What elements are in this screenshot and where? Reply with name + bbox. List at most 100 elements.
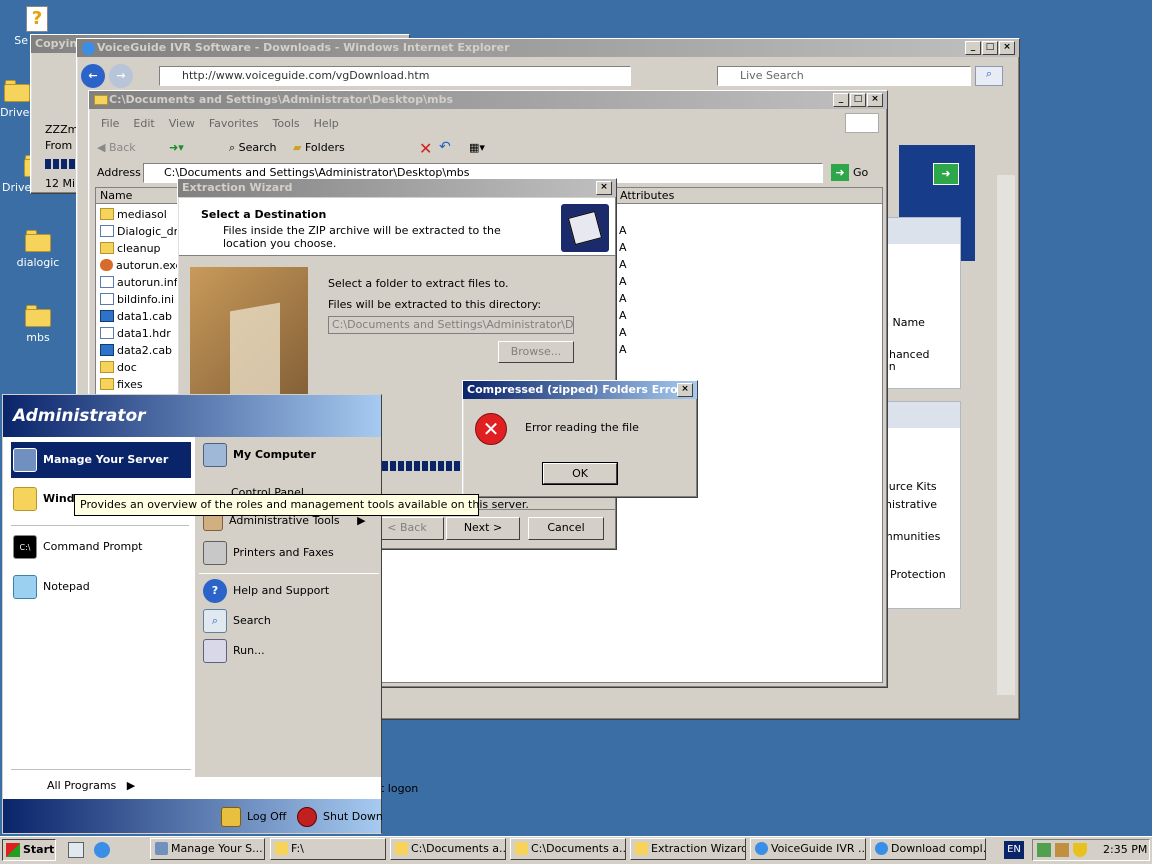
views-icon[interactable]: ▦▾ [469,141,485,154]
command-prompt-item[interactable]: C:\ Command Prompt [13,535,143,559]
search-icon: ⌕ [203,609,227,633]
task-download-complete[interactable]: Download compl... [870,838,986,860]
menu-bar: File Edit View Favorites Tools Help [101,117,353,130]
ie-search-input[interactable]: Live Search [717,66,971,86]
file-row[interactable]: data1.hdr [98,325,180,342]
run-item[interactable]: Run... [203,639,265,663]
file-row[interactable]: Dialogic_driv [98,223,188,240]
menu-file[interactable]: File [101,117,119,130]
close-button[interactable]: × [596,181,612,195]
toolbar-folders-button[interactable]: ▰ Folders [293,141,345,154]
file-row[interactable]: bildinfo.ini [98,291,180,308]
file-name: data1.cab [117,310,173,323]
search-icon[interactable]: ⌕ [975,66,1003,86]
log-off-icon [221,807,241,827]
show-desktop-icon[interactable] [68,842,84,858]
wizard-next-button[interactable]: Next > [446,517,520,540]
user-name: Administrator [13,406,146,426]
file-row[interactable]: fixes [98,376,180,393]
help-and-support-item[interactable]: ? Help and Support [203,579,329,603]
wizard-header: Select a Destination Files inside the ZI… [179,198,615,256]
attribute-cell: A [619,258,627,271]
forward-icon[interactable]: ➜▾ [169,141,184,154]
panel-text: n Name [882,316,925,329]
ie-quicklaunch-icon[interactable] [94,842,110,858]
error-title: Compressed (zipped) Folders Error [463,381,697,399]
file-name: bildinfo.ini [117,293,175,306]
minimize-button[interactable]: _ [965,41,981,55]
log-off-button[interactable]: Log Off [221,807,286,827]
directory-input[interactable]: C:\Documents and Settings\Administrator\… [328,316,574,334]
shut-down-button[interactable]: Shut Down [297,807,383,827]
file-row[interactable]: doc [98,359,180,376]
forward-arrow-icon[interactable]: → [109,64,133,88]
tools-icon[interactable] [1055,843,1069,857]
file-row[interactable]: mediasol [98,206,180,223]
language-indicator[interactable]: EN [1004,841,1024,859]
panel-text: mmunities [882,530,941,543]
printers-and-faxes-item[interactable]: Printers and Faxes [203,541,334,565]
task-documents-1[interactable]: C:\Documents a... [390,838,506,860]
close-button[interactable]: × [867,93,883,107]
menu-tools[interactable]: Tools [273,117,300,130]
security-shield-icon[interactable] [1073,843,1087,857]
file-row[interactable]: cleanup [98,240,180,257]
ie-address-input[interactable]: http://www.voiceguide.com/vgDownload.htm [159,66,631,86]
menu-help[interactable]: Help [314,117,339,130]
task-extraction-wizard[interactable]: Extraction Wizard [630,838,746,860]
delete-icon[interactable]: ✕ [419,139,432,158]
task-documents-2[interactable]: C:\Documents a... [510,838,626,860]
minimize-button[interactable]: _ [833,93,849,107]
file-name: autorun.exe [116,259,183,272]
file-name: mediasol [117,208,167,221]
wizard-cancel-button[interactable]: Cancel [528,517,604,540]
copying-progress [45,159,75,169]
menu-edit[interactable]: Edit [133,117,154,130]
error-icon: ✕ [475,413,507,445]
all-programs-item[interactable]: All Programs ▶ [47,779,135,792]
windows-explorer-item[interactable]: Wind [13,485,75,513]
browse-button[interactable]: Browse... [498,341,574,363]
file-rows: mediasol Dialogic_driv cleanup autorun.exe a… [98,206,188,393]
ok-button[interactable]: OK [542,462,618,485]
column-attributes[interactable]: Attributes [616,189,674,202]
file-name: data2.cab [117,344,173,357]
folder-icon [100,378,114,390]
desktop-icon-dialogic[interactable]: dialogic [3,230,73,269]
close-button[interactable]: × [677,383,693,397]
wizard-heading: Select a Destination [201,208,327,221]
go-arrow-icon[interactable]: ➜ [933,163,959,185]
go-arrow-icon[interactable]: ➜ [831,164,849,181]
maximize-button[interactable]: □ [850,93,866,107]
manage-your-server-item[interactable]: Manage Your Server [11,442,191,478]
clock[interactable]: 2:35 PM [1103,843,1147,856]
maximize-button[interactable]: □ [982,41,998,55]
my-computer-item[interactable]: My Computer [203,443,316,467]
task-voiceguide-ie[interactable]: VoiceGuide IVR ... [750,838,866,860]
file-row[interactable]: autorun.exe [98,257,183,274]
column-name[interactable]: Name [100,189,132,202]
toolbar-back-button[interactable]: ◀ Back [97,141,136,154]
panel-text: r Protection [882,568,946,581]
network-icon[interactable] [1037,843,1051,857]
scrollbar[interactable] [997,175,1015,695]
close-button[interactable]: × [999,41,1015,55]
task-f-drive[interactable]: F:\ [270,838,386,860]
toolbar-search-button[interactable]: ⌕ Search [229,141,276,155]
file-row[interactable]: data1.cab [98,308,180,325]
notepad-item[interactable]: Notepad [13,575,90,599]
start-button[interactable]: Start [2,839,56,861]
menu-view[interactable]: View [169,117,195,130]
undo-icon[interactable]: ↶ [439,139,451,155]
back-arrow-icon[interactable]: ← [81,64,105,88]
search-item[interactable]: ⌕ Search [203,609,271,633]
attribute-cell: A [619,326,627,339]
go-button[interactable]: Go [853,166,868,179]
file-row[interactable]: autorun.inf [98,274,180,291]
task-manage-your-server[interactable]: Manage Your S... [150,838,265,860]
menu-favorites[interactable]: Favorites [209,117,259,130]
printer-icon [203,541,227,565]
desktop-icon-mbs[interactable]: mbs [3,305,73,344]
attribute-cell: A [619,343,627,356]
file-row[interactable]: data2.cab [98,342,180,359]
